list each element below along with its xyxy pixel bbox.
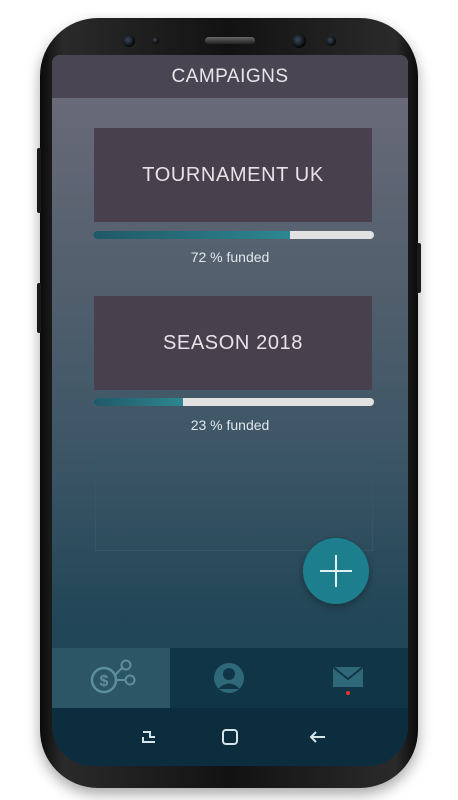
proximity-sensor-icon — [326, 36, 336, 46]
earpiece-speaker — [205, 37, 255, 44]
front-camera-icon — [123, 35, 135, 47]
phone-side-key-left-2 — [37, 283, 41, 333]
tab-funding[interactable]: $ — [52, 648, 170, 708]
user-icon — [214, 663, 244, 693]
plus-icon — [320, 555, 352, 587]
campaign-title: TOURNAMENT UK — [142, 164, 324, 186]
tab-profile[interactable] — [170, 648, 288, 708]
mail-icon — [332, 666, 364, 687]
add-campaign-button[interactable] — [303, 538, 369, 604]
campaign-progress-fill — [93, 398, 183, 406]
app-screen: CAMPAIGNS TOURNAMENT UK 72 % funded SEAS… — [52, 55, 408, 766]
campaign-card-tournament-uk[interactable]: TOURNAMENT UK — [94, 128, 372, 222]
iris-camera-icon — [292, 34, 306, 48]
dollar-network-icon: $ — [90, 659, 136, 694]
campaign-progress-bar — [93, 398, 374, 406]
home-icon[interactable] — [216, 723, 244, 751]
svg-text:$: $ — [100, 673, 109, 690]
unread-badge — [346, 691, 350, 695]
back-arrow-icon[interactable] — [304, 723, 332, 751]
campaign-funded-label: 23 % funded — [190, 417, 270, 433]
campaign-progress-bar — [93, 231, 374, 239]
page-title: CAMPAIGNS — [52, 55, 408, 98]
system-nav-bar — [52, 708, 408, 766]
tab-messages[interactable] — [288, 648, 406, 708]
recent-apps-icon[interactable] — [135, 723, 163, 751]
campaign-title: SEASON 2018 — [162, 332, 303, 354]
phone-side-key-right — [417, 243, 421, 293]
sensor-dot-icon — [152, 37, 159, 44]
campaign-progress-fill — [93, 231, 290, 239]
campaign-funded-label: 72 % funded — [190, 249, 270, 265]
campaign-card-season-2018[interactable]: SEASON 2018 — [94, 296, 372, 390]
phone-side-key-left-1 — [37, 148, 41, 213]
bottom-tab-bar: $ — [52, 648, 408, 708]
